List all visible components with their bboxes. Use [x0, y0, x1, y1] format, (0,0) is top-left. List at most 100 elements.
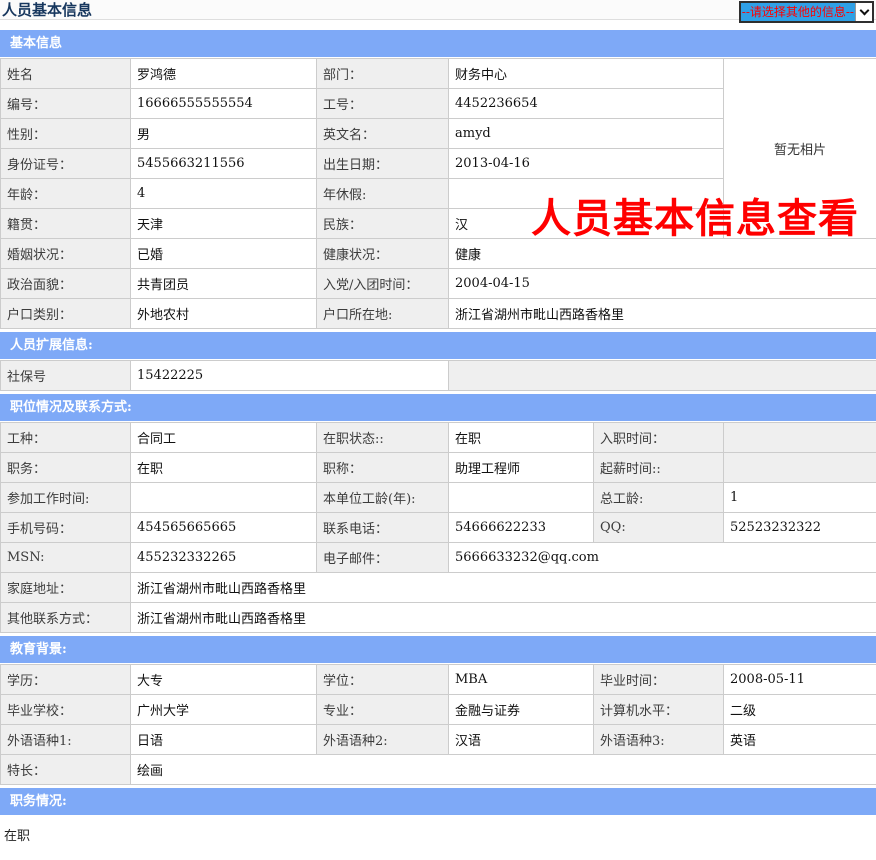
- ethnic-label: 民族：: [317, 209, 449, 239]
- chevron-down-icon: [855, 3, 872, 21]
- lang3-value: 英语: [724, 725, 876, 755]
- table-row: 特长： 绘画: [1, 755, 876, 785]
- specialty-value: 绘画: [131, 755, 876, 785]
- computer-label: 计算机水平：: [594, 695, 724, 725]
- section-header-contact: 职位情况及联系方式:: [0, 394, 876, 421]
- contact-info-table: 工种： 合同工 在职状态:: 在职 入职时间： 职务： 在职 职称： 助理工程师…: [0, 422, 876, 633]
- school-label: 毕业学校：: [1, 695, 131, 725]
- lang1-label: 外语语种1:: [1, 725, 131, 755]
- annual-leave-label: 年休假:: [317, 179, 449, 209]
- extended-info-table: 社保号 15422225: [0, 360, 876, 391]
- job-status-label: 在职状态::: [317, 423, 449, 453]
- table-row: 手机号码： 454565665665 联系电话： 54666622233 QQ:…: [1, 513, 876, 543]
- dept-label: 部门：: [317, 59, 449, 89]
- mobile-value: 454565665665: [131, 513, 317, 543]
- ethnic-value: 汉: [449, 209, 724, 239]
- photo-placeholder: 暂无相片: [724, 59, 876, 239]
- lang2-label: 外语语种2:: [317, 725, 449, 755]
- hukou-place-value: 浙江省湖州市毗山西路香格里: [449, 299, 876, 329]
- computer-value: 二级: [724, 695, 876, 725]
- email-label: 电子邮件：: [317, 543, 449, 573]
- table-row: 政治面貌： 共青团员 入党/入团时间： 2004-04-15: [1, 269, 876, 299]
- native-place-value: 天津: [131, 209, 317, 239]
- msn-value: 455232332265: [131, 543, 317, 573]
- email-value: 5666633232@qq.com: [449, 543, 876, 573]
- name-value: 罗鸿德: [131, 59, 317, 89]
- health-label: 健康状况：: [317, 239, 449, 269]
- qq-label: QQ:: [594, 513, 724, 543]
- work-start-value: [131, 483, 317, 513]
- table-row: 毕业学校： 广州大学 专业： 金融与证券 计算机水平： 二级: [1, 695, 876, 725]
- id-card-value: 5455663211556: [131, 149, 317, 179]
- gender-label: 性别：: [1, 119, 131, 149]
- native-place-label: 籍贯：: [1, 209, 131, 239]
- hire-date-value: [724, 423, 876, 453]
- work-no-value: 4452236654: [449, 89, 724, 119]
- ssn-label: 社保号: [1, 361, 131, 391]
- work-type-label: 工种：: [1, 423, 131, 453]
- section-header-extended: 人员扩展信息:: [0, 332, 876, 359]
- id-card-label: 身份证号：: [1, 149, 131, 179]
- annual-leave-value: [449, 179, 724, 209]
- other-info-select-value: --请选择其他的信息--: [741, 3, 855, 21]
- birth-date-value: 2013-04-16: [449, 149, 724, 179]
- degree-label: 学位：: [317, 665, 449, 695]
- ssn-value: 15422225: [131, 361, 449, 391]
- home-addr-label: 家庭地址：: [1, 573, 131, 603]
- code-value: 16666555555554: [131, 89, 317, 119]
- age-value: 4: [131, 179, 317, 209]
- company-years-label: 本单位工龄(年):: [317, 483, 449, 513]
- basic-info-table: 姓名 罗鸿德 部门： 财务中心 暂无相片 编号： 16666555555554 …: [0, 58, 876, 329]
- table-row: 家庭地址： 浙江省湖州市毗山西路香格里: [1, 573, 876, 603]
- company-years-value: [449, 483, 594, 513]
- birth-date-label: 出生日期：: [317, 149, 449, 179]
- total-years-label: 总工龄:: [594, 483, 724, 513]
- table-row: 外语语种1: 日语 外语语种2: 汉语 外语语种3: 英语: [1, 725, 876, 755]
- party-date-value: 2004-04-15: [449, 269, 876, 299]
- ssn-filler-cell: [449, 361, 876, 391]
- table-row: 户口类别： 外地农村 户口所在地: 浙江省湖州市毗山西路香格里: [1, 299, 876, 329]
- title-bar: 人员基本信息 --请选择其他的信息--: [0, 0, 876, 20]
- home-addr-value: 浙江省湖州市毗山西路香格里: [131, 573, 876, 603]
- work-start-label: 参加工作时间:: [1, 483, 131, 513]
- section-header-duty: 职务情况:: [0, 788, 876, 815]
- political-label: 政治面貌：: [1, 269, 131, 299]
- table-row: 学历： 大专 学位： MBA 毕业时间： 2008-05-11: [1, 665, 876, 695]
- hukou-type-label: 户口类别：: [1, 299, 131, 329]
- table-row: 其他联系方式： 浙江省湖州市毗山西路香格里: [1, 603, 876, 633]
- health-value: 健康: [449, 239, 876, 269]
- salary-date-label: 起薪时间::: [594, 453, 724, 483]
- duty-value: 在职: [131, 453, 317, 483]
- salary-date-value: [724, 453, 876, 483]
- major-value: 金融与证券: [449, 695, 594, 725]
- total-years-value: 1: [724, 483, 876, 513]
- page-title: 人员基本信息: [2, 1, 92, 19]
- section-header-basic: 基本信息: [0, 30, 876, 57]
- table-row: MSN: 455232332265 电子邮件： 5666633232@qq.co…: [1, 543, 876, 573]
- other-info-select[interactable]: --请选择其他的信息--: [739, 1, 874, 23]
- specialty-label: 特长：: [1, 755, 131, 785]
- age-label: 年龄：: [1, 179, 131, 209]
- major-label: 专业：: [317, 695, 449, 725]
- eng-name-value: amyd: [449, 119, 724, 149]
- table-row: 姓名 罗鸿德 部门： 财务中心 暂无相片: [1, 59, 876, 89]
- other-contact-label: 其他联系方式：: [1, 603, 131, 633]
- other-contact-value: 浙江省湖州市毗山西路香格里: [131, 603, 876, 633]
- hukou-type-value: 外地农村: [131, 299, 317, 329]
- table-row: 婚姻状况： 已婚 健康状况： 健康: [1, 239, 876, 269]
- table-row: 参加工作时间: 本单位工龄(年): 总工龄: 1: [1, 483, 876, 513]
- job-title-value: 助理工程师: [449, 453, 594, 483]
- degree-value: MBA: [449, 665, 594, 695]
- table-row: 社保号 15422225: [1, 361, 876, 391]
- hire-date-label: 入职时间：: [594, 423, 724, 453]
- work-type-value: 合同工: [131, 423, 317, 453]
- name-label: 姓名: [1, 59, 131, 89]
- edu-value: 大专: [131, 665, 317, 695]
- education-table: 学历： 大专 学位： MBA 毕业时间： 2008-05-11 毕业学校： 广州…: [0, 664, 876, 785]
- job-status-value: 在职: [449, 423, 594, 453]
- qq-value: 52523232322: [724, 513, 876, 543]
- work-no-label: 工号：: [317, 89, 449, 119]
- duty-label: 职务：: [1, 453, 131, 483]
- grad-date-label: 毕业时间：: [594, 665, 724, 695]
- table-row: 工种： 合同工 在职状态:: 在职 入职时间：: [1, 423, 876, 453]
